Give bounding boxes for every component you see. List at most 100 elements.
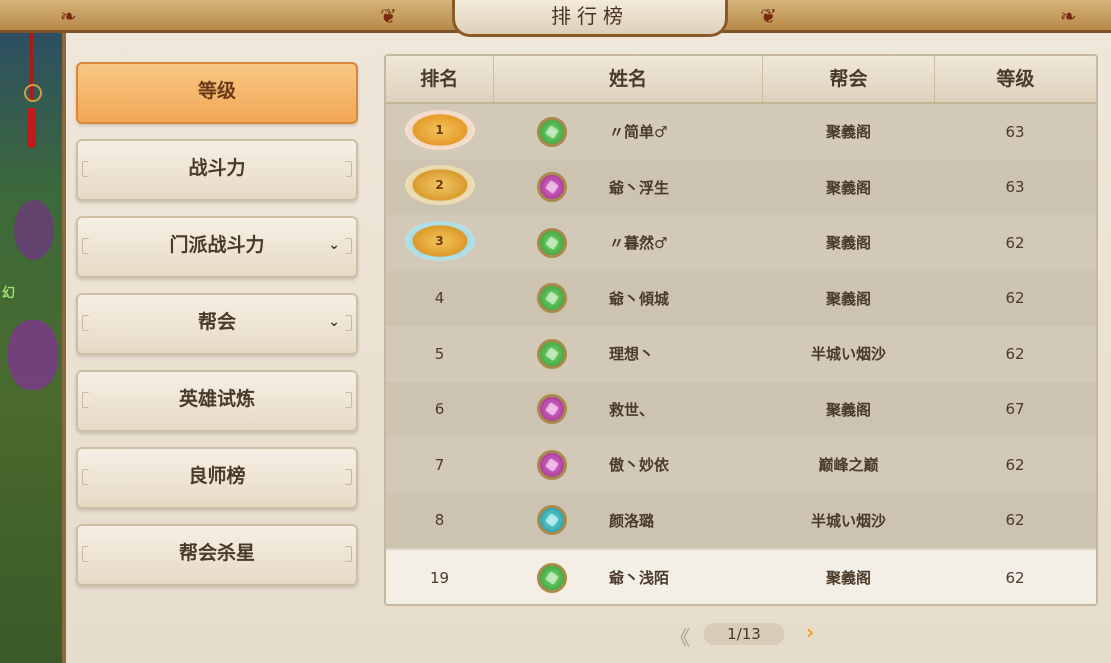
level-cell: 62 [1005, 344, 1025, 363]
rank-cell: 19 [386, 569, 493, 587]
player-name: 理想丶 [609, 345, 655, 364]
name-cell: 爺丶浮生 [493, 172, 763, 203]
class-avatar-icon [537, 172, 567, 203]
player-name: 爺丶傾城 [609, 289, 670, 308]
level-cell: 62 [1005, 289, 1025, 308]
table-row[interactable]: 7 傲丶妙依 巅峰之巅 62 [386, 437, 1096, 493]
bracket-ornament-icon [345, 392, 352, 408]
swirl-ornament-icon: ❧ [60, 4, 77, 28]
menu-item-1[interactable]: 战斗力 [76, 139, 358, 201]
table-row[interactable]: 8 颜洛璐 半城い烟沙 62 [386, 492, 1096, 548]
rank-cell: 5 [386, 345, 493, 363]
ring-decoration [24, 84, 42, 102]
level-cell: 67 [1005, 400, 1025, 419]
rank-medal-icon: 1 [404, 109, 475, 150]
class-avatar-icon [537, 562, 567, 593]
menu-item-label: 帮会杀星 [178, 542, 255, 564]
menu-item-5[interactable]: 良师榜 [76, 447, 358, 509]
category-menu: 等级 战斗力 门派战斗力 ⌄ 帮会 ⌄ 英雄试炼 良师榜 帮会杀星 [76, 62, 358, 601]
table-row[interactable]: 6 救世、 聚義阁 67 [386, 381, 1096, 437]
column-header-level: 等级 [996, 68, 1035, 90]
rank-medal-icon: 3 [404, 220, 475, 261]
class-avatar-icon [537, 116, 567, 147]
table-header: 排名 姓名 帮会 等级 [386, 56, 1096, 104]
world-label: 幻 [2, 286, 16, 301]
player-name: 爺丶浅陌 [609, 569, 670, 588]
guild-cell: 聚義阁 [825, 234, 871, 253]
menu-item-2[interactable]: 门派战斗力 ⌄ [76, 216, 358, 278]
page-indicator: 1/13 [704, 623, 784, 645]
name-cell: 爺丶傾城 [493, 283, 763, 314]
guild-cell: 半城い烟沙 [810, 511, 886, 530]
menu-item-4[interactable]: 英雄试炼 [76, 370, 358, 432]
rank-cell: 7 [386, 456, 493, 474]
table-row[interactable]: 1 〃简单♂ 聚義阁 63 [386, 104, 1096, 160]
name-cell: 〃简单♂ [493, 116, 763, 147]
my-rank-row[interactable]: 19 爺丶浅陌 聚義阁 62 [386, 548, 1096, 604]
npc-figure [14, 200, 54, 260]
player-name: 颜洛璐 [609, 511, 655, 530]
rank-cell: 3 [386, 220, 493, 265]
guild-cell: 半城い烟沙 [810, 345, 886, 364]
guild-cell: 巅峰之巅 [818, 456, 879, 475]
player-name: 傲丶妙依 [609, 456, 670, 475]
prev-page-button[interactable]: 《 [670, 622, 690, 651]
player-name: 〃简单♂ [609, 123, 668, 142]
menu-item-3[interactable]: 帮会 ⌄ [76, 293, 358, 355]
npc-figure [8, 320, 58, 390]
level-cell: 62 [1005, 568, 1025, 587]
player-name: 救世、 [609, 400, 655, 419]
guild-cell: 聚義阁 [825, 569, 871, 588]
bracket-ornament-icon [82, 469, 89, 485]
table-row[interactable]: 5 理想丶 半城い烟沙 62 [386, 326, 1096, 382]
rank-number: 6 [434, 400, 445, 419]
bracket-ornament-icon [82, 546, 89, 562]
class-avatar-icon [537, 227, 567, 258]
rank-number: 1 [435, 122, 444, 137]
rank-number: 3 [435, 233, 444, 248]
class-avatar-icon [537, 505, 567, 536]
class-avatar-icon [537, 449, 567, 480]
rank-number: 7 [434, 455, 445, 474]
rank-cell: 8 [386, 511, 493, 529]
rank-cell: 4 [386, 289, 493, 307]
ranking-table: 排名 姓名 帮会 等级 1 〃简单♂ 聚義阁 63 2 爺丶浮生 聚義阁 63 3 〃暮然♂ 聚義阁… [384, 54, 1098, 606]
guild-cell: 聚義阁 [825, 400, 871, 419]
menu-item-label: 等级 [197, 80, 236, 102]
menu-item-0[interactable]: 等级 [76, 62, 358, 124]
name-cell: 傲丶妙依 [493, 449, 763, 480]
menu-item-6[interactable]: 帮会杀星 [76, 524, 358, 586]
class-avatar-icon [537, 338, 567, 369]
pagination: 《 1/13 › [660, 620, 840, 650]
table-row[interactable]: 4 爺丶傾城 聚義阁 62 [386, 270, 1096, 326]
class-avatar-icon [537, 394, 567, 425]
menu-item-label: 门派战斗力 [169, 234, 265, 256]
class-avatar-icon [537, 283, 567, 314]
swirl-ornament-icon: ❧ [1060, 4, 1077, 28]
name-cell: 救世、 [493, 394, 763, 425]
level-cell: 63 [1005, 122, 1025, 141]
next-page-button[interactable]: › [806, 620, 814, 644]
rank-cell: 2 [386, 165, 493, 209]
bracket-ornament-icon [345, 161, 352, 177]
tassel-decoration [27, 108, 36, 148]
guild-cell: 聚義阁 [825, 289, 871, 308]
chevron-down-icon: ⌄ [328, 314, 340, 330]
rank-medal-icon: 2 [404, 165, 475, 206]
name-cell: 爺丶浅陌 [493, 562, 763, 593]
column-header-rank: 排名 [386, 56, 494, 102]
table-row[interactable]: 3 〃暮然♂ 聚義阁 62 [386, 215, 1096, 271]
bracket-ornament-icon [345, 315, 352, 331]
table-body: 1 〃简单♂ 聚義阁 63 2 爺丶浮生 聚義阁 63 3 〃暮然♂ 聚義阁 62 4 爺丶傾城 聚義阁 62… [386, 104, 1096, 604]
level-cell: 62 [1005, 455, 1025, 474]
menu-item-label: 良师榜 [188, 465, 246, 487]
player-name: 爺丶浮生 [609, 178, 670, 197]
name-cell: 理想丶 [493, 338, 763, 369]
level-cell: 63 [1005, 178, 1025, 197]
rank-cell: 6 [386, 400, 493, 418]
bracket-ornament-icon [345, 238, 352, 254]
rank-number: 19 [429, 568, 450, 587]
bracket-ornament-icon [82, 238, 89, 254]
table-row[interactable]: 2 爺丶浮生 聚義阁 63 [386, 159, 1096, 215]
menu-item-label: 帮会 [197, 311, 236, 333]
